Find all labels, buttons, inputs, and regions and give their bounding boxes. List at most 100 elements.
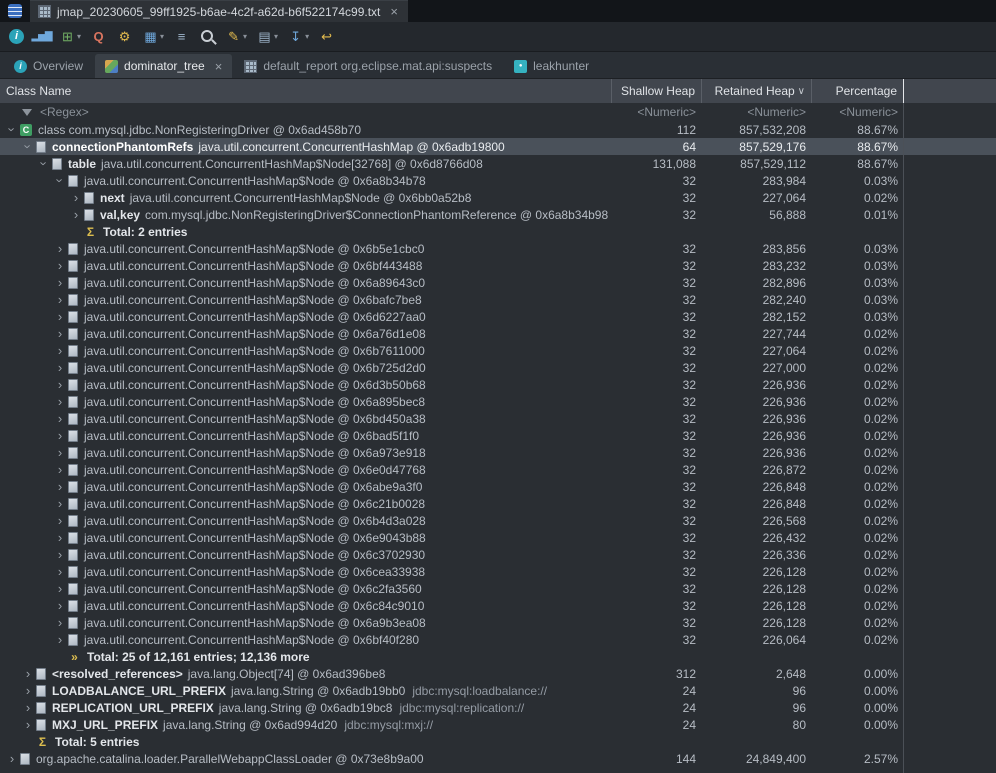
expand-toggle-icon[interactable]: › [54,174,67,188]
expand-toggle-icon[interactable]: › [6,123,19,137]
heap-file-tab[interactable]: jmap_20230605_99ff1925-b6ae-4c2f-a62d-b6… [30,0,408,22]
column-header-class-name[interactable]: Class Name [0,79,612,103]
tree-row[interactable]: › java.util.concurrent.ConcurrentHashMap… [0,410,996,427]
class-name-filter[interactable]: <Regex> [40,105,89,119]
tree-row[interactable]: › java.util.concurrent.ConcurrentHashMap… [0,461,996,478]
tree-row[interactable]: › java.util.concurrent.ConcurrentHashMap… [0,444,996,461]
tree-row[interactable]: › java.util.concurrent.ConcurrentHashMap… [0,274,996,291]
expand-toggle-icon[interactable]: › [52,565,68,578]
histogram-button[interactable]: ▂▅▇ [30,26,53,47]
tree-row[interactable]: › class com.mysql.jdbc.NonRegisteringDri… [0,121,996,138]
dropdown-arrow-icon[interactable]: ▾ [243,32,247,41]
tree-row[interactable]: › connectionPhantomRefs java.util.concur… [0,138,996,155]
expand-toggle-icon[interactable]: › [4,752,20,765]
expand-toggle-icon[interactable]: › [38,157,51,171]
expand-toggle-icon[interactable]: › [52,497,68,510]
tab-dominator-tree[interactable]: dominator_tree × [95,54,232,78]
dropdown-arrow-icon[interactable]: ▾ [274,32,278,41]
tab-overview[interactable]: Overview [4,54,93,78]
expand-toggle-icon[interactable]: › [52,344,68,357]
tree-row[interactable]: › java.util.concurrent.ConcurrentHashMap… [0,172,996,189]
tree-row[interactable]: › java.util.concurrent.ConcurrentHashMap… [0,563,996,580]
tree-row[interactable]: › java.util.concurrent.ConcurrentHashMap… [0,376,996,393]
navigate-back-button[interactable]: ↩ [315,26,338,47]
tree-row[interactable]: › java.util.concurrent.ConcurrentHashMap… [0,240,996,257]
tree-row[interactable]: › java.util.concurrent.ConcurrentHashMap… [0,512,996,529]
expert-test-button[interactable]: ⚙ [113,26,136,47]
tree-row[interactable]: › next java.util.concurrent.ConcurrentHa… [0,189,996,206]
tree-row[interactable]: › java.util.concurrent.ConcurrentHashMap… [0,614,996,631]
dropdown-arrow-icon[interactable]: ▾ [77,32,81,41]
expand-toggle-icon[interactable]: › [52,446,68,459]
customize-button[interactable]: ✎ ▾ [222,26,250,47]
expand-toggle-icon[interactable]: › [52,259,68,272]
column-header-percentage[interactable]: Percentage [812,79,904,103]
tree-row[interactable]: › java.util.concurrent.ConcurrentHashMap… [0,546,996,563]
expand-toggle-icon[interactable]: › [68,191,84,204]
query-browser-button[interactable]: ▦ ▾ [139,26,167,47]
expand-toggle-icon[interactable]: › [52,293,68,306]
expand-toggle-icon[interactable]: › [52,412,68,425]
tree-row[interactable]: Total: 2 entries [0,223,996,240]
tab-default-report[interactable]: default_report org.eclipse.mat.api:suspe… [234,54,502,78]
expand-toggle-icon[interactable]: › [52,327,68,340]
expand-toggle-icon[interactable]: › [52,616,68,629]
retained-heap-filter[interactable]: <Numeric> [702,105,812,119]
expand-toggle-icon[interactable]: › [52,310,68,323]
tree-row[interactable]: › java.util.concurrent.ConcurrentHashMap… [0,597,996,614]
tree-row[interactable]: › table java.util.concurrent.ConcurrentH… [0,155,996,172]
expand-toggle-icon[interactable]: › [52,633,68,646]
expand-toggle-icon[interactable]: › [52,395,68,408]
tree-row[interactable]: › java.util.concurrent.ConcurrentHashMap… [0,529,996,546]
expand-toggle-icon[interactable]: › [52,514,68,527]
expand-toggle-icon[interactable]: › [52,429,68,442]
expand-toggle-icon[interactable]: › [52,242,68,255]
tree-row[interactable]: › java.util.concurrent.ConcurrentHashMap… [0,342,996,359]
dominator-tree-button[interactable]: ⊞ ▾ [56,26,84,47]
tree-row[interactable]: › val,key com.mysql.jdbc.NonRegisteringD… [0,206,996,223]
grouping-button[interactable]: ▤ ▾ [253,26,281,47]
expand-toggle-icon[interactable]: › [52,480,68,493]
expand-toggle-icon[interactable]: › [52,548,68,561]
tree-row[interactable]: › java.util.concurrent.ConcurrentHashMap… [0,359,996,376]
tree-row[interactable]: › java.util.concurrent.ConcurrentHashMap… [0,478,996,495]
tree-row[interactable]: › java.util.concurrent.ConcurrentHashMap… [0,393,996,410]
threads-button[interactable]: ≡ [170,26,193,47]
column-header-retained-heap[interactable]: Retained Heap ∨ [702,79,812,103]
expand-toggle-icon[interactable]: › [52,531,68,544]
tree-row[interactable]: Total: 5 entries [0,733,996,750]
dropdown-arrow-icon[interactable]: ▾ [305,32,309,41]
search-button[interactable] [196,26,219,47]
tree-row[interactable]: › java.util.concurrent.ConcurrentHashMap… [0,257,996,274]
expand-toggle-icon[interactable]: › [22,140,35,154]
tree-row[interactable]: › LOADBALANCE_URL_PREFIX java.lang.Strin… [0,682,996,699]
expand-toggle-icon[interactable]: › [52,463,68,476]
expand-toggle-icon[interactable]: › [20,684,36,697]
tree-row[interactable]: › java.util.concurrent.ConcurrentHashMap… [0,580,996,597]
expand-toggle-icon[interactable]: › [52,599,68,612]
oql-button[interactable]: Q [87,26,110,47]
shallow-heap-filter[interactable]: <Numeric> [612,105,702,119]
tree-row[interactable]: › <resolved_references> java.lang.Object… [0,665,996,682]
export-button[interactable]: ↧ ▾ [284,26,312,47]
expand-toggle-icon[interactable]: › [20,701,36,714]
expand-toggle-icon[interactable]: › [52,276,68,289]
tab-close-icon[interactable]: × [215,60,223,73]
tree-row[interactable]: › java.util.concurrent.ConcurrentHashMap… [0,308,996,325]
tree-row[interactable]: › org.apache.catalina.loader.ParallelWeb… [0,750,996,767]
tab-leakhunter[interactable]: leakhunter [504,54,599,78]
tree-row[interactable]: › java.util.concurrent.ConcurrentHashMap… [0,495,996,512]
tree-row[interactable]: › java.util.concurrent.ConcurrentHashMap… [0,325,996,342]
expand-toggle-icon[interactable]: › [20,718,36,731]
tree-row[interactable]: Total: 25 of 12,161 entries; 12,136 more [0,648,996,665]
tree-row[interactable]: › REPLICATION_URL_PREFIX java.lang.Strin… [0,699,996,716]
tree-row[interactable]: › java.util.concurrent.ConcurrentHashMap… [0,631,996,648]
tree-row[interactable]: › MXJ_URL_PREFIX java.lang.String @ 0x6a… [0,716,996,733]
tree-row[interactable]: › java.util.concurrent.ConcurrentHashMap… [0,291,996,308]
column-header-shallow-heap[interactable]: Shallow Heap [612,79,702,103]
dropdown-arrow-icon[interactable]: ▾ [160,32,164,41]
expand-toggle-icon[interactable]: › [52,378,68,391]
expand-toggle-icon[interactable]: › [68,208,84,221]
expand-toggle-icon[interactable]: › [52,361,68,374]
percentage-filter[interactable]: <Numeric> [812,105,904,119]
